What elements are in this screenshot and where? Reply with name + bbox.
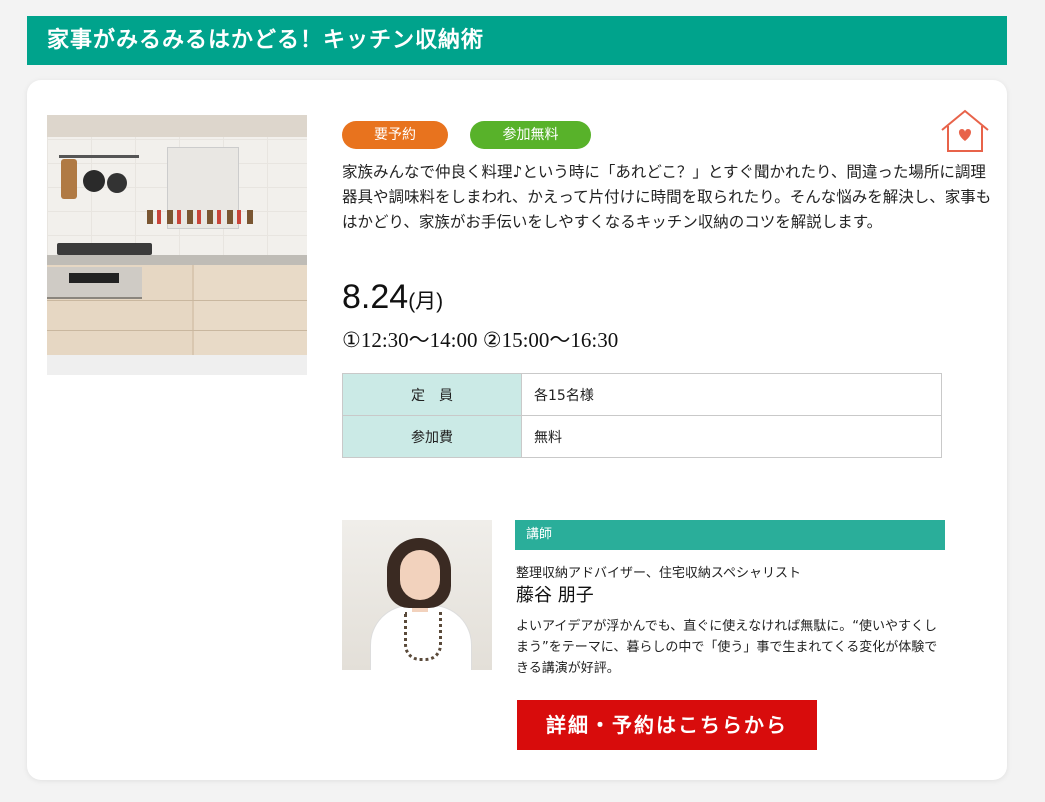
heart-house-icon[interactable] <box>939 108 991 154</box>
capacity-value: 各15名様 <box>521 373 942 416</box>
fee-value: 無料 <box>521 415 942 458</box>
page-title: 家事がみるみるはかどる！キッチン収納術 <box>27 16 1007 65</box>
kitchen-photo <box>47 115 307 375</box>
table-row: 参加費 無料 <box>342 415 942 458</box>
event-card: 要予約 参加無料 家族みんなで仲良く料理♪という時に「あれどこ？」とすぐ聞かれた… <box>27 80 1007 780</box>
lecturer-heading: 講師 <box>515 520 945 550</box>
details-reservation-button[interactable]: 詳細・予約はこちらから <box>517 700 817 750</box>
reservation-required-badge: 要予約 <box>342 121 448 149</box>
event-info-table: 定 員 各15名様 参加費 無料 <box>342 373 942 458</box>
free-participation-badge: 参加無料 <box>470 121 591 149</box>
day-of-week: (月) <box>408 290 444 313</box>
lecturer-name: 藤谷 朋子 <box>516 585 594 606</box>
fee-label: 参加費 <box>342 415 522 458</box>
capacity-label: 定 員 <box>342 373 522 416</box>
lecturer-bio: よいアイデアが浮かんでも、直ぐに使えなければ無駄に。“使いやすくしまう”をテーマ… <box>516 619 938 676</box>
table-row: 定 員 各15名様 <box>342 373 942 416</box>
event-times: ①12:30〜14:00 ②15:00〜16:30 <box>342 328 619 352</box>
event-date: 8.24(月) <box>342 278 443 317</box>
event-description: 家族みんなで仲良く料理♪という時に「あれどこ？」とすぐ聞かれたり、間違った場所に… <box>342 163 992 231</box>
lecturer-photo <box>342 520 492 670</box>
lecturer-role: 整理収納アドバイザー、住宅収納スペシャリスト <box>516 566 801 581</box>
date-value: 8.24 <box>342 278 409 316</box>
